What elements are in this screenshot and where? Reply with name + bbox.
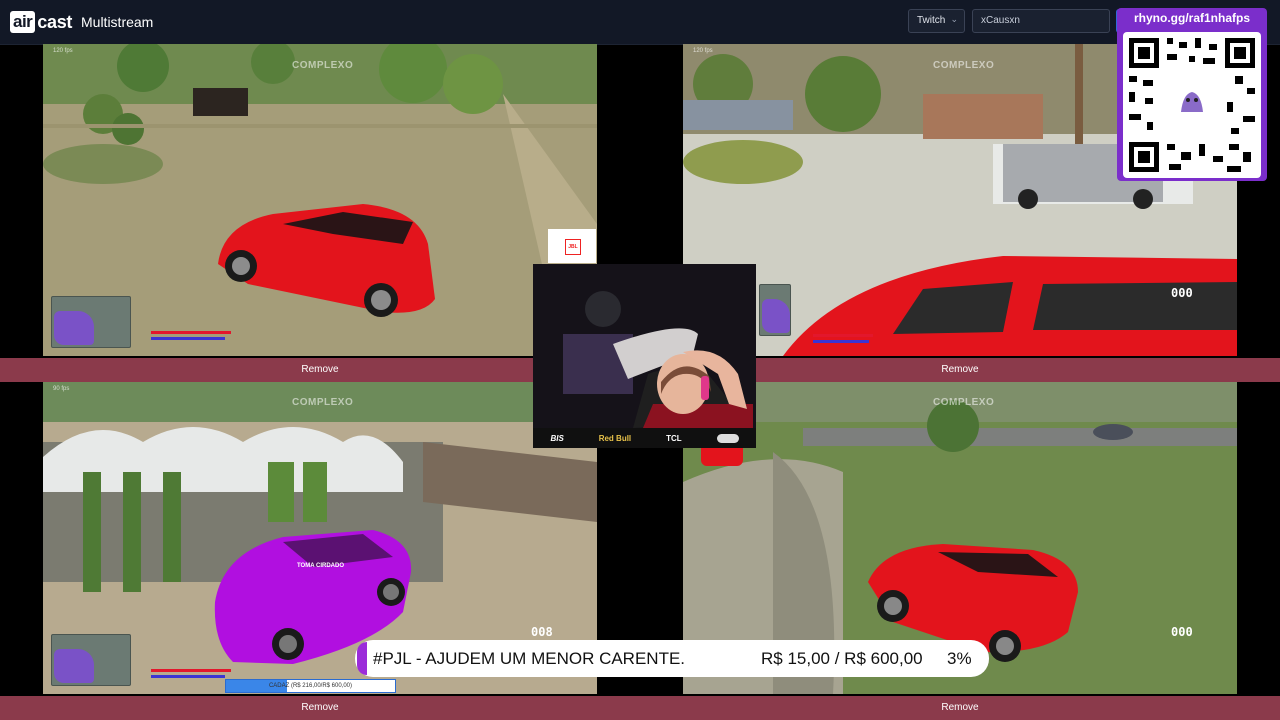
- donation-accent: [357, 642, 367, 675]
- server-watermark: COMPLEXO: [933, 60, 995, 71]
- donation-amount: R$ 15,00 / R$ 600,00: [761, 649, 923, 668]
- chevron-down-icon: ⌄: [950, 14, 958, 24]
- qr-code: [1123, 32, 1261, 178]
- app-title: Multistream: [81, 14, 154, 30]
- sponsor-bis: BIS: [550, 433, 564, 443]
- donation-goal-banner: #PJL - AJUDEM UM MENOR CARENTE. R$ 15,00…: [355, 640, 989, 677]
- channel-input[interactable]: xCausxn: [972, 9, 1110, 33]
- platform-select[interactable]: Twitch ⌄: [908, 9, 965, 33]
- health-armor-bars: [813, 334, 873, 343]
- sponsor-tcl: TCL: [666, 433, 682, 443]
- server-watermark: COMPLEXO: [292, 60, 354, 71]
- health-armor-bars: [151, 669, 231, 678]
- minimap: [51, 634, 131, 686]
- webcam-video: [533, 264, 756, 448]
- qr-code-icon: [1129, 38, 1255, 172]
- platform-select-value: Twitch: [917, 15, 946, 26]
- remove-stream-4-button[interactable]: Remove: [640, 696, 1280, 720]
- fps-counter: 90 fps: [53, 386, 70, 392]
- sponsor-bar: BIS Red Bull TCL: [533, 428, 756, 448]
- goal-strip-label: CADAZ (R$ 216,00/R$ 600,00): [268, 683, 353, 689]
- qr-url-label: rhyno.gg/raf1nhafps: [1133, 11, 1250, 25]
- health-armor-bars: [151, 331, 231, 340]
- sponsor-redbull: Red Bull: [598, 433, 632, 443]
- goal-progress-strip: CADAZ (R$ 216,00/R$ 600,00): [225, 679, 396, 693]
- stream-tile-1[interactable]: 120 fps COMPLEXO: [43, 44, 597, 356]
- logo-air: air: [10, 11, 36, 33]
- qr-overlay: rhyno.gg/raf1nhafps: [1117, 8, 1267, 181]
- donation-title: #PJL - AJUDEM UM MENOR CARENTE.: [373, 649, 686, 668]
- donation-percent: 3%: [947, 649, 972, 668]
- player-tag: TOMA CIRDADO: [297, 563, 344, 569]
- server-watermark: COMPLEXO: [292, 397, 354, 408]
- sponsor-badge-icon: [716, 433, 739, 443]
- webcam-overlay: BIS Red Bull TCL: [533, 264, 756, 448]
- top-bar: air cast Multistream Twitch ⌄ xCausxn: [0, 0, 1280, 45]
- speedometer: 000: [1171, 625, 1193, 639]
- fps-counter: 120 fps: [693, 48, 713, 54]
- speedometer: 000: [1171, 286, 1193, 300]
- aircast-logo[interactable]: air cast: [10, 10, 72, 34]
- fps-counter: 120 fps: [53, 48, 73, 54]
- minimap: [759, 284, 791, 336]
- remove-stream-3-button[interactable]: Remove: [0, 696, 640, 720]
- jbl-logo: JBL: [548, 229, 596, 263]
- speedometer: 008: [531, 625, 553, 639]
- minimap: [51, 296, 131, 348]
- logo-cast: cast: [37, 11, 73, 32]
- server-watermark: COMPLEXO: [933, 397, 995, 408]
